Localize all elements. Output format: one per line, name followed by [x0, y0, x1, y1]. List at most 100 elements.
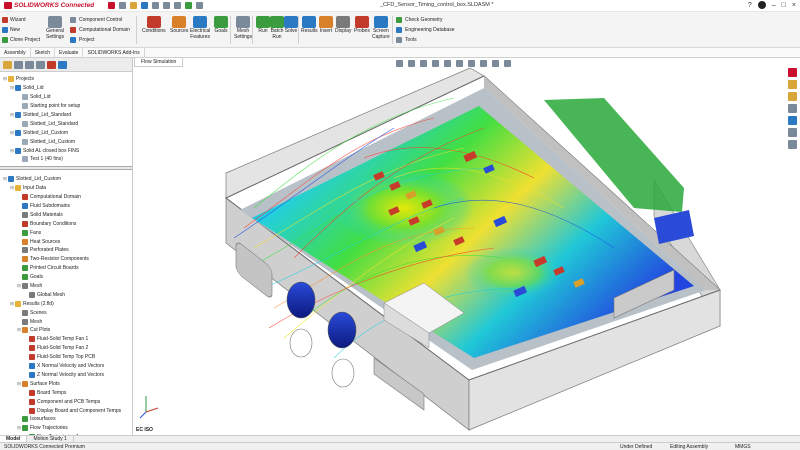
tab-sketch[interactable]: Sketch [31, 48, 55, 58]
feature-tree-icon[interactable] [3, 61, 12, 69]
analysis-tree-item[interactable]: ⊟ Mesh [0, 282, 132, 291]
analysis-tree-item[interactable]: Mesh [0, 317, 132, 326]
search-icon[interactable] [788, 140, 797, 149]
batch-run-button[interactable]: Batch Run [270, 16, 284, 40]
electrical-features-button[interactable]: Electrical Features [190, 16, 210, 40]
property-manager-icon[interactable] [14, 61, 23, 69]
graphics-viewport[interactable]: Flow Simulation EC ISO [134, 58, 800, 435]
analysis-tree-item[interactable]: Component and PCB Temps [0, 397, 132, 406]
analysis-tree-item[interactable]: ⊟ Slotted_Lid_Custom [0, 175, 132, 184]
display-manager-icon[interactable] [47, 61, 56, 69]
new-icon[interactable] [119, 2, 127, 9]
project-tree-item[interactable]: Starting point for setup [0, 102, 132, 111]
project-tree-item[interactable]: ⊟ Solid AL closed box FINS [0, 146, 132, 155]
clone-project-button[interactable]: Clone Project [2, 35, 42, 45]
analysis-tree-item[interactable]: Fluid-Solid Temp Top PCB [0, 353, 132, 362]
analysis-tree-item[interactable]: X Normal Velocity and Vectors [0, 362, 132, 371]
avatar[interactable] [757, 1, 766, 9]
analysis-tree-item[interactable]: Two-Resistor Components [0, 255, 132, 264]
cfd-model-render[interactable] [134, 58, 800, 435]
wizard-button[interactable]: Wizard [2, 15, 42, 25]
close-icon[interactable]: × [792, 2, 796, 9]
custom-properties-icon[interactable] [788, 128, 797, 137]
project-tree-item[interactable]: ⊟ Projects [0, 75, 132, 84]
design-library-icon[interactable] [788, 80, 797, 89]
project-tree-item[interactable]: ⊟ Slotted_Lid_Standard [0, 111, 132, 120]
computational-domain-button[interactable]: Computational Domain [70, 25, 130, 35]
analysis-tree-item[interactable]: Fluid-Solid Temp Fan 2 [0, 344, 132, 353]
analysis-tree-item[interactable]: Fluid-Solid Temp Fan 1 [0, 335, 132, 344]
insert-button[interactable]: Insert [319, 16, 333, 35]
options-icon[interactable] [196, 2, 204, 9]
app-logo[interactable]: SOLIDWORKS Connected [4, 1, 94, 9]
project-tree-item[interactable]: ⊟ Slotted_Lid_Custom [0, 128, 132, 137]
tab-evaluate[interactable]: Evaluate [55, 48, 84, 58]
minimize-icon[interactable]: – [772, 2, 776, 9]
solve-button[interactable]: Solve [284, 16, 298, 35]
engineering-database-button[interactable]: Engineering Database [396, 25, 454, 35]
analysis-tree-item[interactable]: ⊟ Results (2.fld) [0, 299, 132, 308]
probes-button[interactable]: Probes [354, 16, 370, 35]
restore-icon[interactable]: □ [782, 2, 786, 9]
sources-button[interactable]: Sources [170, 16, 188, 35]
tab-addins[interactable]: SOLIDWORKS Add-Ins [83, 48, 145, 58]
view-palette-icon[interactable] [788, 104, 797, 113]
save-icon[interactable] [141, 2, 149, 9]
analysis-tree-item[interactable]: Computational Domain [0, 193, 132, 202]
rebuild-icon[interactable] [185, 2, 193, 9]
solidworks-resources-icon[interactable] [788, 68, 797, 77]
configuration-icon[interactable] [25, 61, 34, 69]
display-icon [336, 16, 351, 28]
analysis-tree-item[interactable]: Display Board and Component Temps [0, 406, 132, 415]
analysis-tree-item[interactable]: ⊟ Cut Plots [0, 326, 132, 335]
project-tree-item[interactable]: Test 1 (40 fins) [0, 155, 132, 164]
mesh-settings-button[interactable]: Mesh Settings [234, 16, 252, 40]
undo-icon[interactable] [163, 2, 171, 9]
screen-capture-button[interactable]: Screen Capture [372, 16, 390, 40]
analysis-tree-item[interactable]: ⊟ Surface Plots [0, 379, 132, 388]
tree-item-label: Fluid-Solid Temp Top PCB [37, 354, 96, 361]
analysis-tree-item[interactable]: ⊟ Input Data [0, 184, 132, 193]
goals-button[interactable]: Goals [214, 16, 228, 35]
analysis-tree-item[interactable]: Heat Sources [0, 237, 132, 246]
analysis-tree-item[interactable]: ⊟ Flow Trajectories [0, 424, 132, 433]
help-icon[interactable]: ? [748, 2, 752, 9]
analysis-tree-item[interactable]: Scenes [0, 308, 132, 317]
tab-assembly[interactable]: Assembly [0, 48, 31, 58]
print-icon[interactable] [152, 2, 160, 9]
check-geometry-button[interactable]: Check Geometry [396, 15, 454, 25]
project-tree-item[interactable]: Slotted_Lid_Custom [0, 137, 132, 146]
analysis-tree-item[interactable]: Global Mesh [0, 290, 132, 299]
analysis-tree-item[interactable]: Boundary Conditions [0, 219, 132, 228]
run-button[interactable]: Run [256, 16, 270, 35]
file-explorer-icon[interactable] [788, 92, 797, 101]
select-icon[interactable] [174, 2, 182, 9]
dimxpert-icon[interactable] [36, 61, 45, 69]
appearances-icon[interactable] [788, 116, 797, 125]
panel-splitter[interactable] [0, 165, 132, 170]
analysis-tree-item[interactable]: Fluid Subdomains [0, 202, 132, 211]
component-control-button[interactable]: Component Control [70, 15, 130, 25]
analysis-tree-item[interactable]: Board Temps [0, 388, 132, 397]
home-icon[interactable] [108, 2, 116, 9]
project-tree-item[interactable]: Solid_Lid [0, 93, 132, 102]
project-tree-item[interactable]: Slotted_Lid_Standard [0, 119, 132, 128]
results-button[interactable]: Results [301, 16, 318, 35]
project-tree-item[interactable]: ⊟ Solid_Lid [0, 84, 132, 93]
conditions-button[interactable]: Conditions [142, 16, 166, 35]
open-icon[interactable] [130, 2, 138, 9]
new-button[interactable]: New [2, 25, 42, 35]
flow-analysis-icon[interactable] [58, 61, 67, 69]
analysis-tree-item[interactable]: Perforated Plates [0, 246, 132, 255]
display-button[interactable]: Display [335, 16, 351, 35]
analysis-tree-item[interactable]: Fans [0, 228, 132, 237]
status-units[interactable]: MMGS [735, 444, 751, 450]
general-settings-button[interactable]: General Settings [46, 16, 64, 40]
analysis-tree-item[interactable]: Printed Circuit Boards [0, 264, 132, 273]
analysis-tree-item[interactable]: Solid Materials [0, 210, 132, 219]
analysis-tree-item[interactable]: Z Normal Velocity and Vectors [0, 371, 132, 380]
analysis-tree-item[interactable]: Goals [0, 273, 132, 282]
project-button[interactable]: Project [70, 35, 130, 45]
analysis-tree-item[interactable]: Isosurfaces [0, 415, 132, 424]
tools-button[interactable]: Tools [396, 35, 454, 45]
